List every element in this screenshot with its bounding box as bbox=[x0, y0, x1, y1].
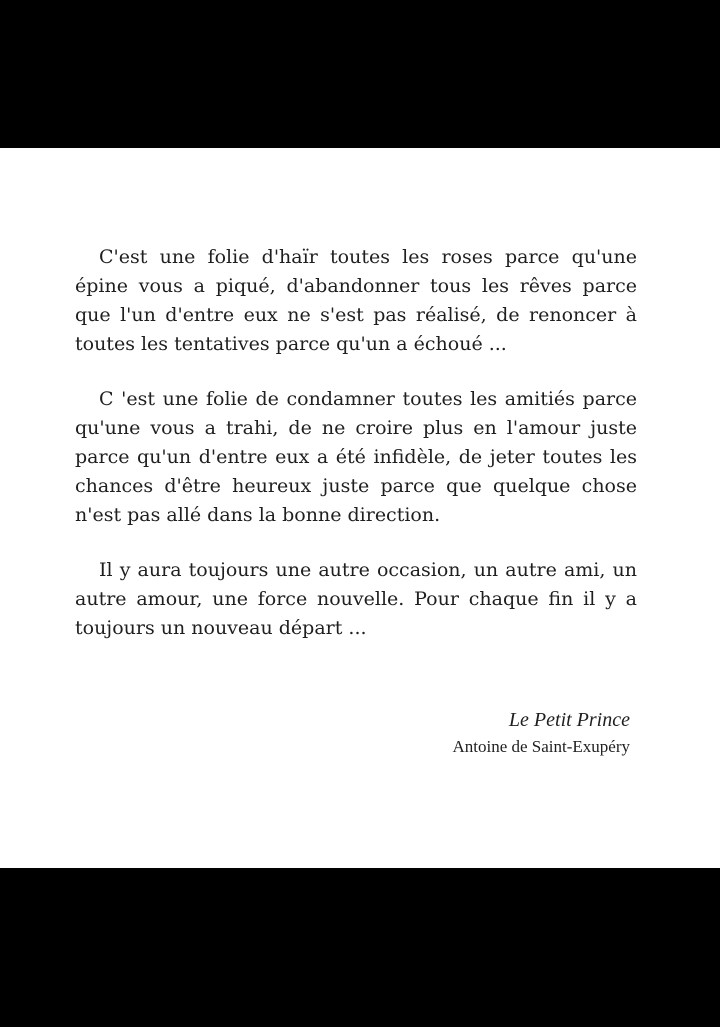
attribution: Le Petit Prince Antoine de Saint-Exupéry bbox=[452, 706, 630, 760]
quote-page: C'est une folie d'haïr toutes les roses … bbox=[0, 148, 720, 868]
quote-paragraph-2: C 'est une folie de condamner toutes les… bbox=[75, 388, 637, 526]
screenshot-frame: C'est une folie d'haïr toutes les roses … bbox=[0, 0, 720, 1027]
quote-text: C'est une folie d'haïr toutes les roses … bbox=[75, 243, 637, 669]
quote-paragraph-3: Il y aura toujours une autre occasion, u… bbox=[75, 559, 637, 639]
quote-paragraph-1: C'est une folie d'haïr toutes les roses … bbox=[75, 246, 637, 355]
book-title: Le Petit Prince bbox=[508, 709, 630, 731]
author-name: Antoine de Saint-Exupéry bbox=[452, 737, 630, 756]
